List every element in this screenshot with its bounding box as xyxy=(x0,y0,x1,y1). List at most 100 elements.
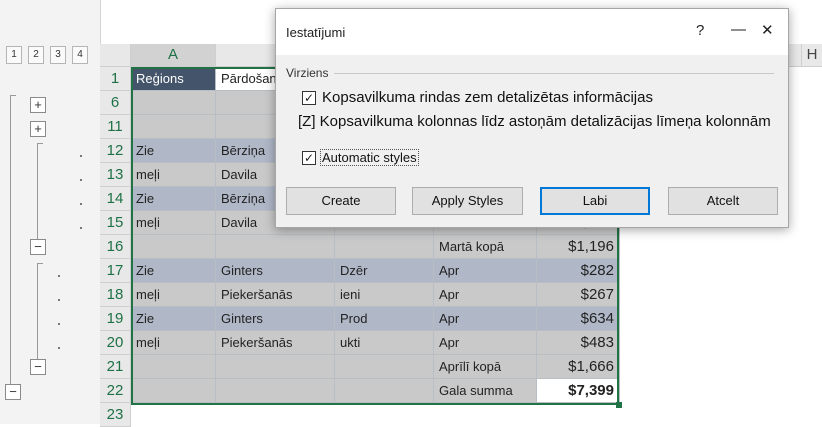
cell-b-row-22[interactable] xyxy=(216,379,335,403)
cell-a-row-1[interactable]: Reģions xyxy=(131,67,216,91)
cell-a-row-20[interactable]: meļi xyxy=(131,331,216,355)
cell-d-row-20[interactable]: Apr xyxy=(434,331,537,355)
cell-c-row-21[interactable] xyxy=(335,355,434,379)
cell-a-row-14[interactable]: Zie xyxy=(131,187,216,211)
cell-a-row-11[interactable] xyxy=(131,115,216,139)
outline-detail-dot xyxy=(80,203,82,205)
cell-e-row-17[interactable]: $282 xyxy=(537,259,620,283)
outline-level-3-button[interactable]: 3 xyxy=(50,46,66,64)
cell-a-row-21[interactable] xyxy=(131,355,216,379)
cell-a-row-22[interactable] xyxy=(131,379,216,403)
outline-detail-dot xyxy=(58,347,60,349)
cell-a-row-18[interactable]: meļi xyxy=(131,283,216,307)
row-header[interactable]: 23 xyxy=(100,403,131,427)
row-header[interactable]: 6 xyxy=(100,91,131,115)
row-header[interactable]: 14 xyxy=(100,187,131,211)
dialog-title: Iestatījumi xyxy=(286,25,346,40)
fill-handle[interactable] xyxy=(616,402,622,408)
outline-bracket-level2 xyxy=(37,263,38,359)
cell-e-row-22[interactable]: $7,399 xyxy=(537,379,620,403)
cell-e-row-18[interactable]: $267 xyxy=(537,283,620,307)
close-button[interactable]: ✕ xyxy=(761,21,774,39)
cell-d-row-18[interactable]: Apr xyxy=(434,283,537,307)
outline-level-1-button[interactable]: 1 xyxy=(6,46,22,64)
outline-detail-dot xyxy=(80,227,82,229)
cell-a-row-19[interactable]: Zie xyxy=(131,307,216,331)
cell-b-row-16[interactable] xyxy=(216,235,335,259)
select-all-corner[interactable] xyxy=(100,44,131,67)
row-header[interactable]: 15 xyxy=(100,211,131,235)
help-button[interactable]: ? xyxy=(696,22,704,39)
collapse-group-button[interactable]: − xyxy=(30,359,46,375)
cell-e-row-20[interactable]: $483 xyxy=(537,331,620,355)
outline-bracket-cap xyxy=(10,95,16,96)
cell-b-row-21[interactable] xyxy=(216,355,335,379)
cell-e-row-21[interactable]: $1,666 xyxy=(537,355,620,379)
cell-d-row-19[interactable]: Apr xyxy=(434,307,537,331)
group-divider xyxy=(334,73,774,74)
automatic-styles-checkbox[interactable]: ✓ xyxy=(302,151,316,165)
dialog-titlebar: Iestatījumi ? — ✕ xyxy=(276,9,788,55)
cell-b-row-20[interactable]: Piekeršanās xyxy=(216,331,335,355)
cell-c-row-22[interactable] xyxy=(335,379,434,403)
cell-a-row-12[interactable]: Zie xyxy=(131,139,216,163)
cell-b-row-18[interactable]: Piekeršanās xyxy=(216,283,335,307)
row-header[interactable]: 12 xyxy=(100,139,131,163)
cell-d-row-21[interactable]: Aprīlī kopā xyxy=(434,355,537,379)
outline-detail-dot xyxy=(58,299,60,301)
row-header[interactable]: 19 xyxy=(100,307,131,331)
outline-detail-dot xyxy=(80,179,82,181)
cell-c-row-19[interactable]: Prod xyxy=(335,307,434,331)
settings-dialog: Iestatījumi ? — ✕ Virziens ✓ Kopsavilkum… xyxy=(275,8,789,228)
apply-styles-button[interactable]: Apply Styles xyxy=(412,187,523,215)
cell-a-row-16[interactable] xyxy=(131,235,216,259)
row-header[interactable]: 22 xyxy=(100,379,131,403)
outline-pane: 1 2 3 4 + + − − − xyxy=(0,0,101,424)
minimize-button[interactable]: — xyxy=(731,21,746,38)
cell-d-row-16[interactable]: Martā kopā xyxy=(434,235,537,259)
direction-group-label: Virziens xyxy=(286,66,329,80)
cell-d-row-17[interactable]: Apr xyxy=(434,259,537,283)
expand-group-button[interactable]: + xyxy=(30,121,46,137)
row-header[interactable]: 13 xyxy=(100,163,131,187)
column-header-h[interactable]: H xyxy=(802,44,822,67)
outline-bracket-level2 xyxy=(37,143,38,239)
outline-level-4-button[interactable]: 4 xyxy=(72,46,88,64)
outline-detail-dot xyxy=(80,155,82,157)
row-header[interactable]: 21 xyxy=(100,355,131,379)
collapse-group-button[interactable]: − xyxy=(30,239,46,255)
cell-c-row-18[interactable]: ieni xyxy=(335,283,434,307)
cell-d-row-22[interactable]: Gala summa xyxy=(434,379,537,403)
cell-e-row-16[interactable]: $1,196 xyxy=(537,235,620,259)
cell-e-row-19[interactable]: $634 xyxy=(537,307,620,331)
summary-rows-checkbox[interactable]: ✓ xyxy=(302,91,316,105)
outline-detail-dot xyxy=(58,275,60,277)
column-header-a[interactable]: A xyxy=(131,44,216,67)
cell-a-row-15[interactable]: meļi xyxy=(131,211,216,235)
outline-level-2-button[interactable]: 2 xyxy=(28,46,44,64)
expand-group-button[interactable]: + xyxy=(30,97,46,113)
cell-c-row-17[interactable]: Dzēr xyxy=(335,259,434,283)
row-header[interactable]: 18 xyxy=(100,283,131,307)
summary-columns-option[interactable]: [Z] Kopsavilkuma kolonnas līdz astoņām d… xyxy=(298,113,771,130)
outline-detail-dot xyxy=(58,323,60,325)
row-header[interactable]: 11 xyxy=(100,115,131,139)
summary-rows-label: Kopsavilkuma rindas zem detalizētas info… xyxy=(322,89,653,106)
collapse-group-button[interactable]: − xyxy=(5,384,21,400)
row-header[interactable]: 17 xyxy=(100,259,131,283)
row-header[interactable]: 16 xyxy=(100,235,131,259)
ok-button[interactable]: Labi xyxy=(540,187,650,215)
cancel-button[interactable]: Atcelt xyxy=(668,187,778,215)
cell-a-row-6[interactable] xyxy=(131,91,216,115)
row-header[interactable]: 20 xyxy=(100,331,131,355)
cell-a-row-13[interactable]: meļi xyxy=(131,163,216,187)
create-button[interactable]: Create xyxy=(286,187,396,215)
row-header[interactable]: 1 xyxy=(100,67,131,91)
cell-b-row-17[interactable]: Ginters xyxy=(216,259,335,283)
cell-b-row-19[interactable]: Ginters xyxy=(216,307,335,331)
cell-a-row-17[interactable]: Zie xyxy=(131,259,216,283)
automatic-styles-label: Automatic styles xyxy=(320,149,419,166)
cell-c-row-16[interactable] xyxy=(335,235,434,259)
cell-c-row-20[interactable]: ukti xyxy=(335,331,434,355)
outline-bracket-cap xyxy=(37,143,43,144)
